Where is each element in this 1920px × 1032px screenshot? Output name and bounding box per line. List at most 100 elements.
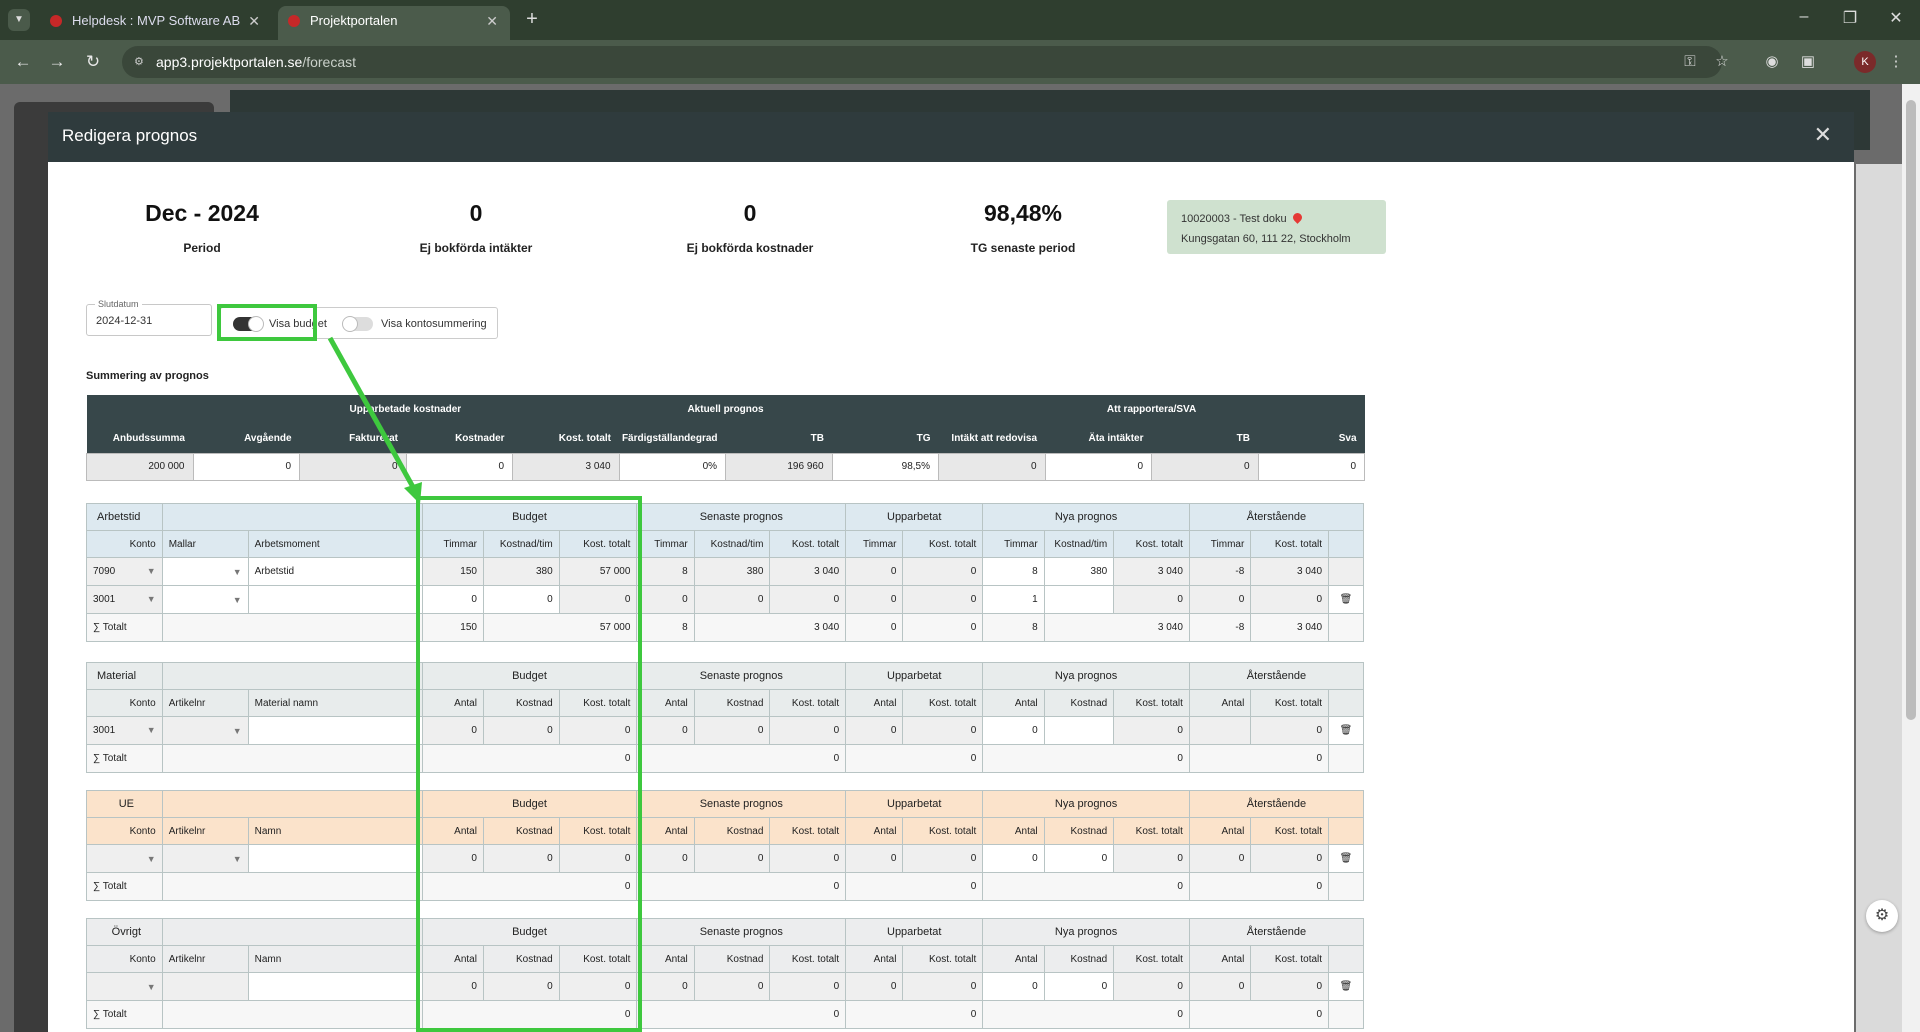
sum-icon: ∑ [93, 1009, 103, 1020]
nya-kostnad-tim-input[interactable] [1043, 585, 1115, 614]
artikelnr-select[interactable]: ▼ [161, 716, 249, 745]
arbetsmoment-input[interactable]: Arbetstid [247, 557, 423, 586]
more-menu-icon[interactable]: ⋮ [1886, 52, 1906, 72]
address-bar[interactable]: ⚙ app3.projektportalen.se/forecast [122, 46, 1722, 78]
close-tab-icon[interactable]: ✕ [248, 6, 260, 36]
col-header: Färdigställandegrad [619, 424, 726, 453]
delete-row-icon[interactable]: 🗑 [1328, 585, 1364, 614]
delete-row-icon[interactable]: 🗑 [1328, 844, 1364, 873]
upparbetat-kost-totalt: 0 [902, 972, 984, 1001]
intakt-att-redovisa-value: 0 [938, 452, 1046, 481]
slutdatum-label: Slutdatum [95, 299, 142, 309]
col-antal: Antal [1188, 945, 1252, 973]
arbetsmoment-input[interactable] [247, 585, 423, 614]
aterstaende-antal [1188, 716, 1252, 745]
fardigstallandegrad-input[interactable]: 0% [618, 452, 727, 481]
group-budget: Budget [421, 662, 638, 690]
mallar-select[interactable]: ▼ [161, 557, 249, 586]
close-tab-icon[interactable]: ✕ [486, 6, 498, 36]
section-name: UE [86, 790, 163, 818]
col-kost-totalt: Kost. totalt [902, 817, 984, 845]
nya-kostnad-input[interactable]: 0 [1043, 972, 1115, 1001]
nya-antal-input[interactable]: 0 [982, 716, 1045, 745]
browser-tab-projektportalen[interactable]: Projektportalen ✕ [278, 6, 510, 40]
mallar-select[interactable]: ▼ [161, 585, 249, 614]
col-kostnad: Kostnad [482, 689, 560, 717]
back-icon[interactable]: ← [12, 51, 34, 73]
scrollbar-thumb[interactable] [1906, 100, 1916, 720]
page-scrollbar[interactable] [1902, 84, 1920, 1032]
visa-kontosummering-switch[interactable] [342, 316, 373, 332]
nya-kostnad-input[interactable]: 0 [1043, 844, 1115, 873]
konto-select[interactable]: ▼ [86, 972, 163, 1001]
slutdatum-field[interactable]: Slutdatum 2024-12-31 [86, 299, 212, 336]
senaste-kost-totalt: 0 [769, 716, 847, 745]
close-icon[interactable]: ✕ [1814, 122, 1832, 148]
stat-unbooked-costs: 0 Ej bokförda kostnader [630, 200, 870, 255]
ata-intakter-input[interactable]: 0 [1044, 452, 1153, 481]
artikelnr-select[interactable]: ▼ [161, 844, 249, 873]
material-namn-input[interactable] [247, 716, 423, 745]
total-row: ∑ Totalt 150 57 000 8 3 040 0 0 8 3 040 … [86, 613, 1364, 642]
settings-gear-icon[interactable]: ⚙ [1866, 900, 1898, 932]
konto-select[interactable]: 7090 ▼ [86, 557, 163, 586]
senaste-kostnad: 0 [693, 844, 771, 873]
total-senaste-kost: 3 040 [693, 613, 847, 642]
group-budget: Budget [421, 790, 638, 818]
visa-budget-switch[interactable] [233, 316, 264, 332]
nya-antal-input[interactable]: 0 [982, 972, 1045, 1001]
extension-icon[interactable]: ◉ [1762, 52, 1782, 72]
col-kost-totalt: Kost. totalt [558, 817, 638, 845]
bookmark-star-icon[interactable]: ☆ [1712, 52, 1732, 72]
delete-row-icon[interactable]: 🗑 [1328, 716, 1364, 745]
restore-icon[interactable]: ❐ [1838, 8, 1862, 28]
kostnader-input[interactable]: 0 [405, 452, 514, 481]
project-address-card[interactable]: 10020003 - Test doku Kungsgatan 60, 111 … [1167, 200, 1386, 254]
artikelnr-select[interactable] [161, 972, 249, 1001]
reload-icon[interactable]: ↻ [82, 51, 104, 73]
profile-avatar[interactable]: K [1854, 51, 1876, 73]
kost-totalt-value: 3 040 [512, 452, 620, 481]
puzzle-extensions-icon[interactable]: ▣ [1798, 52, 1818, 72]
namn-input[interactable] [247, 844, 423, 873]
budget-kost-totalt: 0 [558, 716, 638, 745]
konto-select[interactable]: 3001 ▼ [86, 716, 163, 745]
forward-icon[interactable]: → [46, 51, 68, 73]
col-kost-totalt: Kost. totalt [558, 945, 638, 973]
konto-select[interactable]: 3001 ▼ [86, 585, 163, 614]
delete-row-icon[interactable]: 🗑 [1328, 972, 1364, 1001]
nya-timmar-input[interactable]: 1 [982, 585, 1045, 614]
budget-kostnad-tim-input[interactable]: 0 [482, 585, 560, 614]
tab-search-chevron-icon[interactable]: ▼ [8, 9, 30, 31]
browser-tab-helpdesk[interactable]: Helpdesk : MVP Software AB ✕ [40, 6, 272, 40]
col-antal: Antal [636, 945, 695, 973]
sva-input[interactable]: 0 [1257, 452, 1366, 481]
group-upparbetat: Upparbetat [845, 662, 984, 690]
senaste-kostnad-tim: 380 [693, 557, 771, 586]
password-key-icon[interactable]: ⚿ [1680, 52, 1700, 72]
visa-budget-label: Visa budget [269, 318, 327, 330]
budget-timmar-input[interactable]: 0 [421, 585, 484, 614]
col-kost-totalt: Kost. totalt [1113, 945, 1190, 973]
nya-kostnad-tim-input[interactable]: 380 [1043, 557, 1115, 586]
namn-input[interactable] [247, 972, 423, 1001]
nya-antal-input[interactable]: 0 [982, 844, 1045, 873]
chevron-down-icon: ▼ [232, 725, 242, 736]
total-aterstaende: 0 [1188, 872, 1330, 901]
konto-select[interactable]: ▼ [86, 844, 163, 873]
nya-kostnad-input[interactable] [1043, 716, 1115, 745]
stat-label: Period [183, 241, 221, 255]
table-row: 3001 ▼ ▼ 0 0 0 0 0 0 0 0 1 0 0 0 🗑 [86, 585, 1364, 614]
tg-input[interactable]: 98,5% [831, 452, 940, 481]
avgaende-input[interactable]: 0 [192, 452, 300, 481]
new-tab-icon[interactable]: + [520, 8, 544, 32]
senaste-antal: 0 [636, 716, 695, 745]
col-timmar: Timmar [421, 530, 484, 558]
col-konto: Konto [86, 945, 163, 973]
window-close-icon[interactable]: ✕ [1884, 8, 1908, 28]
minimize-icon[interactable]: – [1792, 8, 1816, 26]
nya-timmar-input[interactable]: 8 [982, 557, 1045, 586]
site-settings-icon[interactable]: ⚙ [134, 55, 148, 69]
col-header: TB [1151, 424, 1259, 453]
total-budget: 0 [421, 872, 638, 901]
